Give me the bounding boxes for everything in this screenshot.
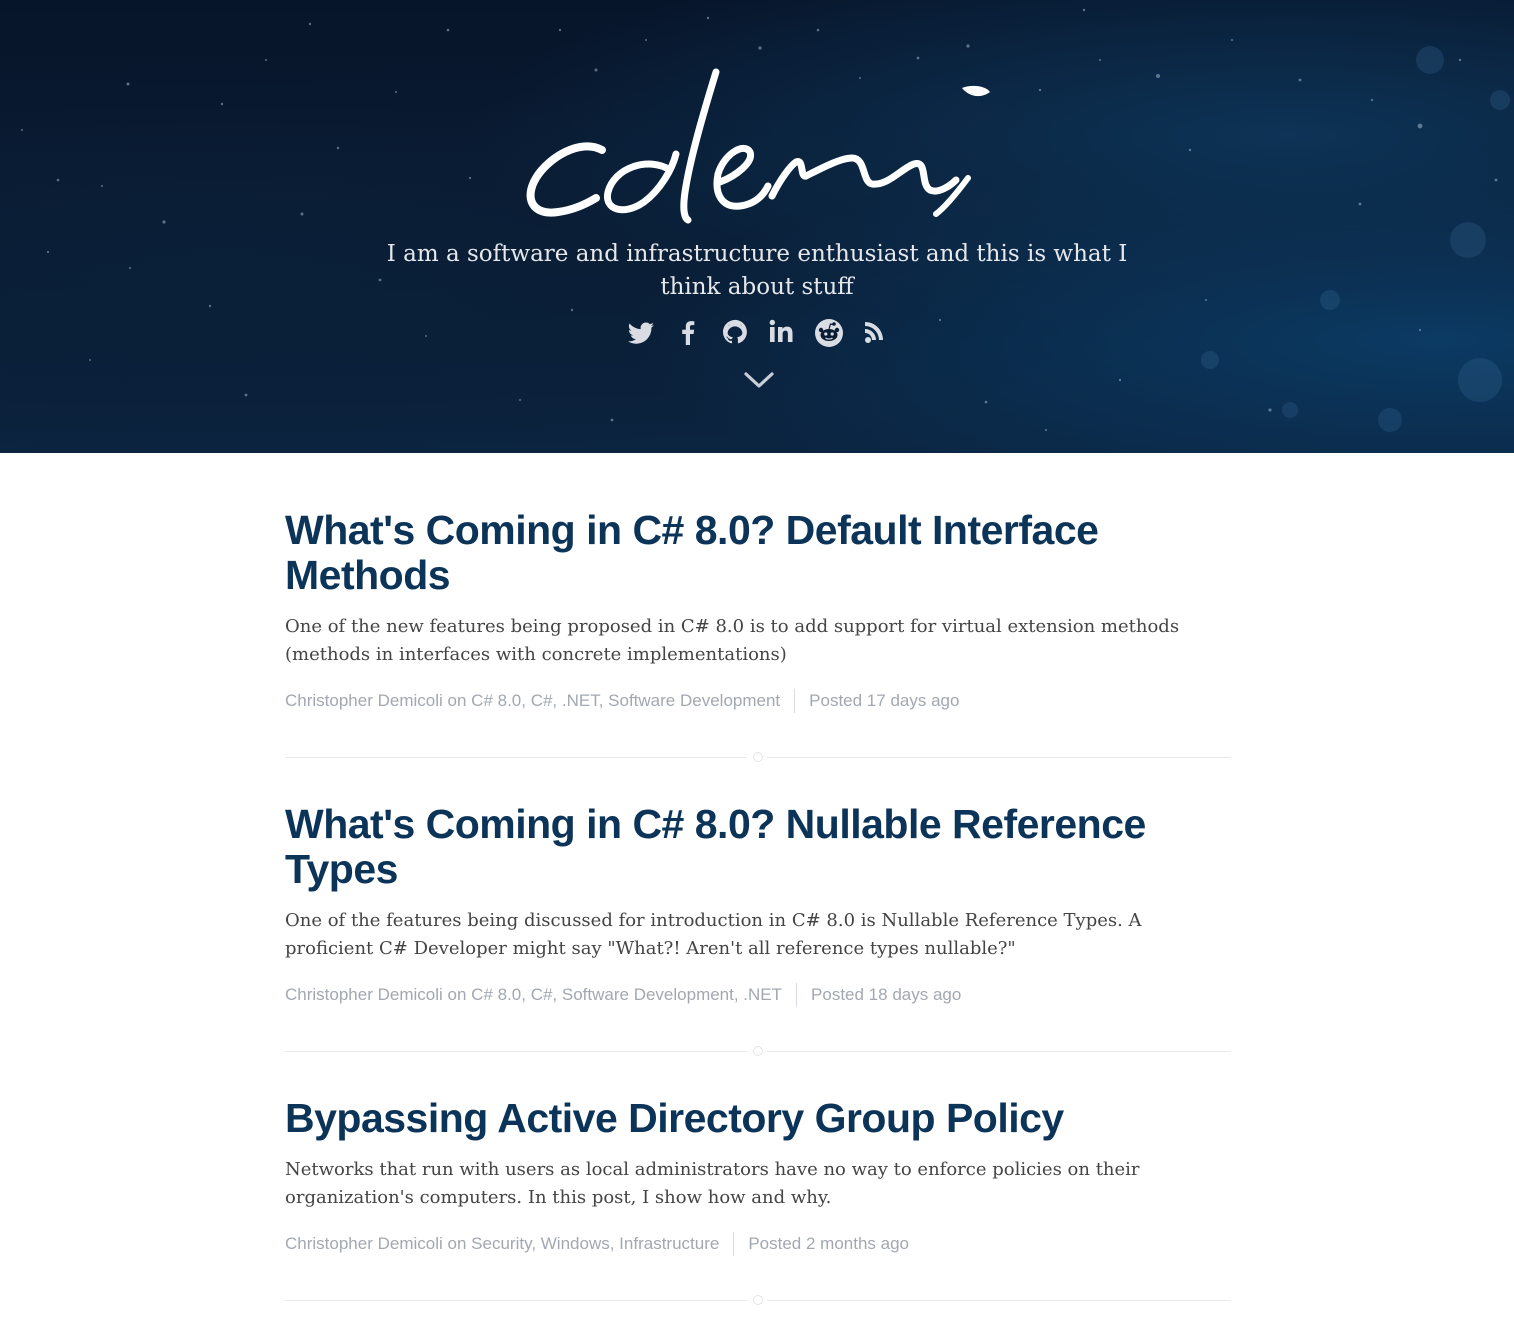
twitter-icon xyxy=(627,322,654,344)
post-on-label: on xyxy=(447,985,467,1004)
post-divider xyxy=(285,752,1231,764)
post-tags[interactable]: C# 8.0, C#, Software Development, .NET xyxy=(471,983,782,1007)
linkedin-link[interactable] xyxy=(766,313,798,351)
post-excerpt: One of the features being discussed for … xyxy=(285,910,1142,959)
hero-banner: I am a software and infrastructure enthu… xyxy=(0,0,1514,453)
post-meta: Christopher Demicoli on C# 8.0, C#, .NET… xyxy=(285,689,1231,713)
meta-separator xyxy=(733,1232,735,1256)
rss-link[interactable] xyxy=(860,313,892,351)
social-links xyxy=(0,313,1514,351)
github-icon xyxy=(722,319,747,344)
meta-separator xyxy=(796,983,798,1007)
post-author[interactable]: Christopher Demicoli xyxy=(285,689,443,713)
post-tags[interactable]: C# 8.0, C#, .NET, Software Development xyxy=(471,689,780,713)
post-title[interactable]: Bypassing Active Directory Group Policy xyxy=(285,1096,1231,1141)
meta-separator xyxy=(794,689,796,713)
post-date: Posted 18 days ago xyxy=(811,985,962,1004)
post-meta: Christopher Demicoli on C# 8.0, C#, Soft… xyxy=(285,983,1231,1007)
post-item: Bypassing Active Directory Group Policy … xyxy=(285,1096,1231,1256)
post-on-label: on xyxy=(447,691,467,710)
post-title-link[interactable]: What's Coming in C# 8.0? Default Interfa… xyxy=(285,507,1099,598)
post-title[interactable]: What's Coming in C# 8.0? Nullable Refere… xyxy=(285,802,1231,892)
post-title-link[interactable]: What's Coming in C# 8.0? Nullable Refere… xyxy=(285,801,1146,892)
reddit-icon xyxy=(814,319,843,347)
linkedin-icon xyxy=(769,319,792,342)
post-divider xyxy=(285,1046,1231,1058)
post-meta: Christopher Demicoli on Security, Window… xyxy=(285,1232,1231,1256)
site-tagline: I am a software and infrastructure enthu… xyxy=(386,241,1128,300)
post-author[interactable]: Christopher Demicoli xyxy=(285,983,443,1007)
github-link[interactable] xyxy=(719,313,751,351)
chevron-down-icon[interactable] xyxy=(743,368,775,392)
post-excerpt: Networks that run with users as local ad… xyxy=(285,1159,1140,1208)
site-logo[interactable] xyxy=(510,58,1010,233)
post-tags[interactable]: Security, Windows, Infrastructure xyxy=(471,1232,719,1256)
post-item: What's Coming in C# 8.0? Nullable Refere… xyxy=(285,802,1231,1007)
post-author[interactable]: Christopher Demicoli xyxy=(285,1232,443,1256)
twitter-link[interactable] xyxy=(625,313,657,351)
post-on-label: on xyxy=(447,1234,467,1253)
post-item: What's Coming in C# 8.0? Default Interfa… xyxy=(285,508,1231,713)
facebook-link[interactable] xyxy=(672,313,704,351)
post-date: Posted 17 days ago xyxy=(809,691,960,710)
post-excerpt: One of the new features being proposed i… xyxy=(285,616,1180,665)
reddit-link[interactable] xyxy=(813,313,845,351)
post-divider xyxy=(285,1295,1231,1307)
rss-icon xyxy=(864,322,883,343)
post-title-link[interactable]: Bypassing Active Directory Group Policy xyxy=(285,1095,1064,1141)
facebook-icon xyxy=(681,321,694,345)
post-title[interactable]: What's Coming in C# 8.0? Default Interfa… xyxy=(285,508,1231,598)
post-date: Posted 2 months ago xyxy=(748,1234,909,1253)
